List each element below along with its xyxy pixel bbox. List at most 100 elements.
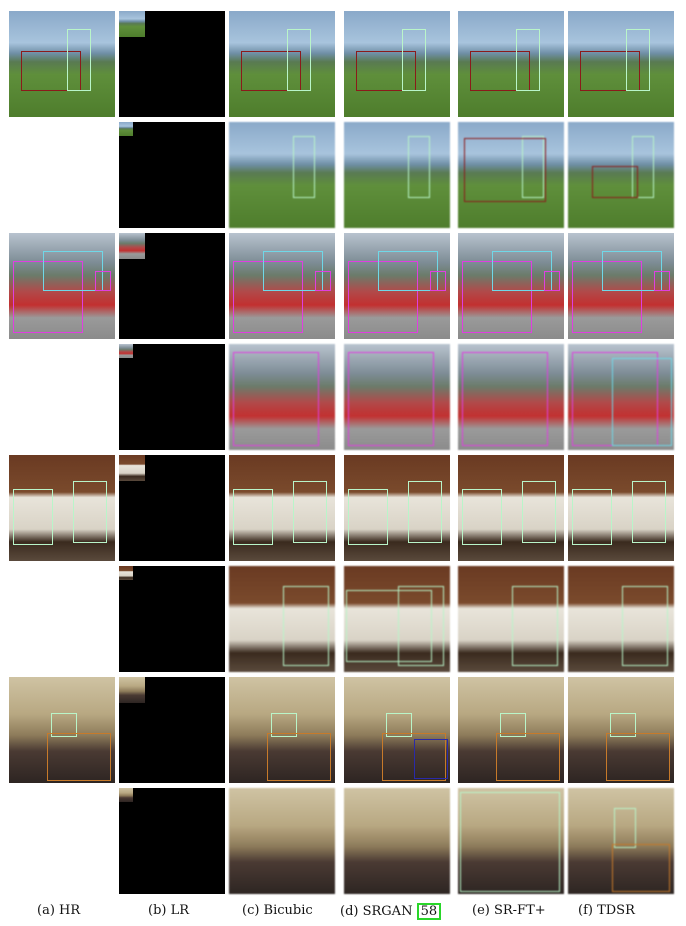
dog-box (496, 733, 560, 781)
horse-box (572, 489, 612, 545)
person-box (614, 808, 636, 848)
car-box (544, 271, 560, 291)
person-box (522, 481, 556, 543)
photo-bus (458, 344, 564, 450)
photo-bus (568, 344, 674, 450)
car-box (654, 271, 670, 291)
lr-thumbnail (119, 677, 145, 703)
bus-box (602, 251, 662, 291)
lr-image (119, 677, 225, 783)
chair-box (414, 739, 448, 779)
lr-thumbnail (119, 566, 133, 580)
photo-moto (344, 11, 450, 117)
photo-dog (9, 677, 115, 783)
photo-moto (458, 122, 564, 228)
lr-image (119, 344, 225, 450)
photo-horse (568, 455, 674, 561)
car-box (430, 271, 446, 291)
photo-horse (344, 455, 450, 561)
lr-thumbnail (119, 233, 145, 259)
lr-image (119, 11, 225, 117)
bus-box (263, 251, 323, 291)
photo-moto (9, 11, 115, 117)
horse-box (346, 590, 432, 662)
photo-dog (229, 788, 335, 894)
dog-box (47, 733, 111, 781)
photo-horse (458, 566, 564, 672)
photo-bus (229, 344, 335, 450)
photo-dog (568, 788, 674, 894)
caption-bicubic: (c) Bicubic (242, 903, 313, 918)
car-box (233, 352, 319, 446)
photo-bus (229, 233, 335, 339)
photo-moto (229, 122, 335, 228)
lr-image (119, 122, 225, 228)
bus-box (43, 251, 103, 291)
empty-cell (9, 566, 115, 672)
lr-thumbnail (119, 122, 133, 136)
photo-bus (568, 233, 674, 339)
photo-bus (458, 233, 564, 339)
lr-thumbnail (119, 455, 145, 481)
lr-thumbnail (119, 11, 145, 37)
horse-box (348, 489, 388, 545)
photo-moto (458, 11, 564, 117)
photo-dog (458, 677, 564, 783)
photo-horse (229, 455, 335, 561)
person-box (516, 29, 540, 91)
photo-bus (9, 233, 115, 339)
photo-bus (344, 233, 450, 339)
car-box (95, 271, 111, 291)
bus-box (492, 251, 552, 291)
photo-bus (344, 344, 450, 450)
lr-thumbnail (119, 788, 133, 802)
photo-moto (229, 11, 335, 117)
person-box (283, 586, 329, 666)
motorcycle-box (592, 166, 638, 198)
empty-cell (9, 788, 115, 894)
dog-box (606, 733, 670, 781)
car-box (315, 271, 331, 291)
photo-moto (568, 11, 674, 117)
caption-srgan-label: (d) SRGAN (340, 904, 413, 919)
photo-moto (344, 122, 450, 228)
photo-moto (568, 122, 674, 228)
person-box (293, 481, 327, 543)
caption-lr: (b) LR (148, 903, 190, 918)
person-box (512, 586, 558, 666)
caption-tdsr: (f) TDSR (578, 903, 635, 918)
photo-dog (568, 677, 674, 783)
horse-box (462, 489, 502, 545)
bus-box (378, 251, 438, 291)
lr-thumbnail (119, 344, 133, 358)
person-box (408, 136, 430, 198)
car-box (462, 352, 548, 446)
photo-horse (458, 455, 564, 561)
person-box (402, 29, 426, 91)
photo-dog (229, 677, 335, 783)
person-box (287, 29, 311, 91)
caption-srgan: (d) SRGAN 58 (340, 903, 442, 920)
person-box (73, 481, 107, 543)
person-box (408, 481, 442, 543)
photo-horse (9, 455, 115, 561)
caption-srft: (e) SR-FT+ (472, 903, 546, 918)
person-box (626, 29, 650, 91)
lr-image (119, 566, 225, 672)
person-box (67, 29, 91, 91)
photo-dog (344, 677, 450, 783)
dog-box (267, 733, 331, 781)
lr-image (119, 233, 225, 339)
photo-horse (229, 566, 335, 672)
horse-box (13, 489, 53, 545)
dog-box (460, 792, 560, 892)
citation-link[interactable]: 58 (416, 903, 442, 920)
horse-box (233, 489, 273, 545)
person-box (293, 136, 315, 198)
person-box (632, 481, 666, 543)
caption-hr: (a) HR (37, 903, 81, 918)
photo-horse (568, 566, 674, 672)
lr-image (119, 788, 225, 894)
photo-dog (458, 788, 564, 894)
empty-cell (9, 344, 115, 450)
